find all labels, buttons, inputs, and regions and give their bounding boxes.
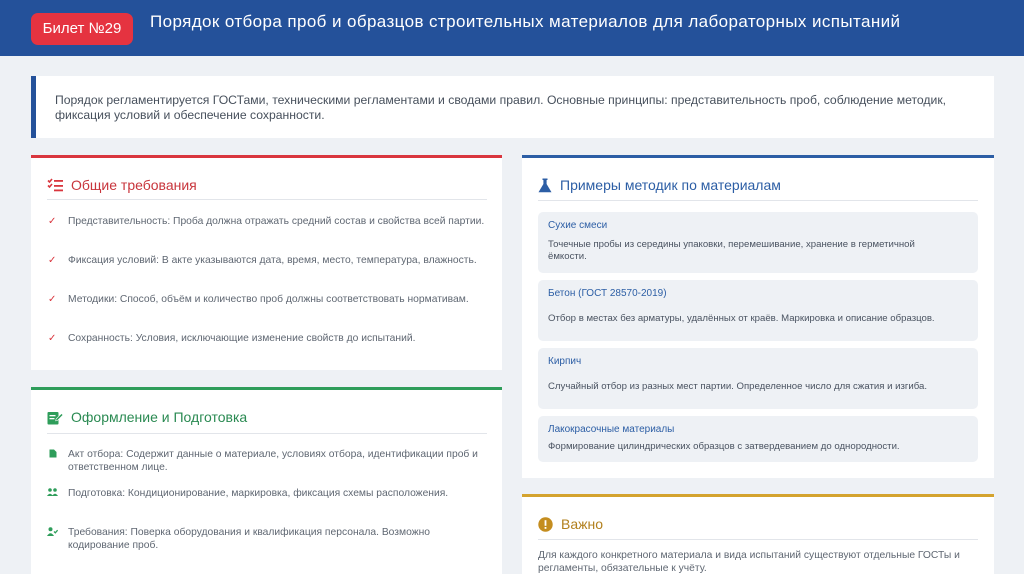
page-title: Порядок отбора проб и образцов строитель… — [150, 12, 901, 31]
divider — [47, 199, 487, 200]
divider — [538, 539, 978, 540]
card-accent-bar — [31, 387, 502, 390]
user-check-icon — [47, 527, 58, 536]
divider — [538, 200, 978, 201]
users-icon — [47, 488, 58, 496]
divider — [47, 433, 487, 434]
check-icon: ✓ — [48, 294, 57, 305]
check-icon: ✓ — [48, 333, 57, 344]
method-desc: Случайный отбор из разных мест партии. О… — [548, 381, 928, 392]
list-item: Требования: Поверка оборудования и квали… — [68, 527, 431, 551]
card-accent-bar — [522, 155, 994, 158]
method-name: Лакокрасочные материалы — [548, 424, 675, 435]
method-item: Сухие смеси Точечные пробы из середины у… — [538, 212, 978, 273]
important-title: Важно — [561, 516, 604, 532]
list-item: Фиксация условий: В акте указываются дат… — [68, 255, 477, 266]
method-item: Бетон (ГОСТ 28570-2019) Отбор в местах б… — [538, 280, 978, 341]
important-card: Важно Для каждого конкретного материала … — [522, 494, 994, 574]
card-accent-bar — [522, 494, 994, 497]
check-icon: ✓ — [48, 255, 57, 266]
list-item: Сохранность: Условия, исключающие измене… — [68, 333, 416, 344]
checklist-icon — [47, 178, 63, 192]
methods-title: Примеры методик по материалам — [560, 177, 781, 193]
preparation-heading: Оформление и Подготовка — [47, 409, 247, 425]
file-icon — [49, 449, 57, 458]
list-item: Методики: Способ, объём и количество про… — [68, 294, 469, 305]
header-bar: Билет №29 Порядок отбора проб и образцов… — [0, 0, 1024, 56]
method-name: Бетон (ГОСТ 28570-2019) — [548, 288, 667, 299]
method-name: Кирпич — [548, 356, 582, 367]
edit-document-icon — [47, 411, 63, 424]
check-icon: ✓ — [48, 216, 57, 227]
method-item: Лакокрасочные материалы Формирование цил… — [538, 416, 978, 462]
list-item: Представительность: Проба должна отражат… — [68, 216, 485, 227]
methods-heading: Примеры методик по материалам — [538, 177, 781, 193]
method-desc: Формирование цилиндрических образцов с з… — [548, 441, 900, 452]
list-item: Акт отбора: Содержит данные о материале,… — [68, 449, 478, 473]
important-text: Для каждого конкретного материала и вида… — [538, 550, 960, 574]
method-desc: Точечные пробы из середины упаковки, пер… — [548, 239, 915, 262]
card-accent-bar — [31, 155, 502, 158]
general-requirements-heading: Общие требования — [47, 177, 197, 193]
flask-icon — [538, 178, 552, 192]
ticket-badge: Билет №29 — [31, 13, 133, 45]
intro-box: Порядок регламентируется ГОСТами, технич… — [31, 76, 994, 138]
methods-card: Примеры методик по материалам Сухие смес… — [522, 155, 994, 478]
important-heading: Важно — [538, 516, 603, 532]
warning-icon — [538, 516, 553, 532]
method-item: Кирпич Случайный отбор из разных мест па… — [538, 348, 978, 409]
intro-text: Порядок регламентируется ГОСТами, технич… — [55, 93, 947, 122]
general-requirements-title: Общие требования — [71, 177, 197, 193]
preparation-card: Оформление и Подготовка Акт отбора: Соде… — [31, 387, 502, 574]
method-name: Сухие смеси — [548, 220, 608, 231]
method-desc: Отбор в местах без арматуры, удалённых о… — [548, 313, 935, 324]
list-item: Подготовка: Кондиционирование, маркировк… — [68, 488, 449, 499]
preparation-title: Оформление и Подготовка — [71, 409, 248, 425]
general-requirements-card: Общие требования ✓ Представительность: П… — [31, 155, 502, 370]
